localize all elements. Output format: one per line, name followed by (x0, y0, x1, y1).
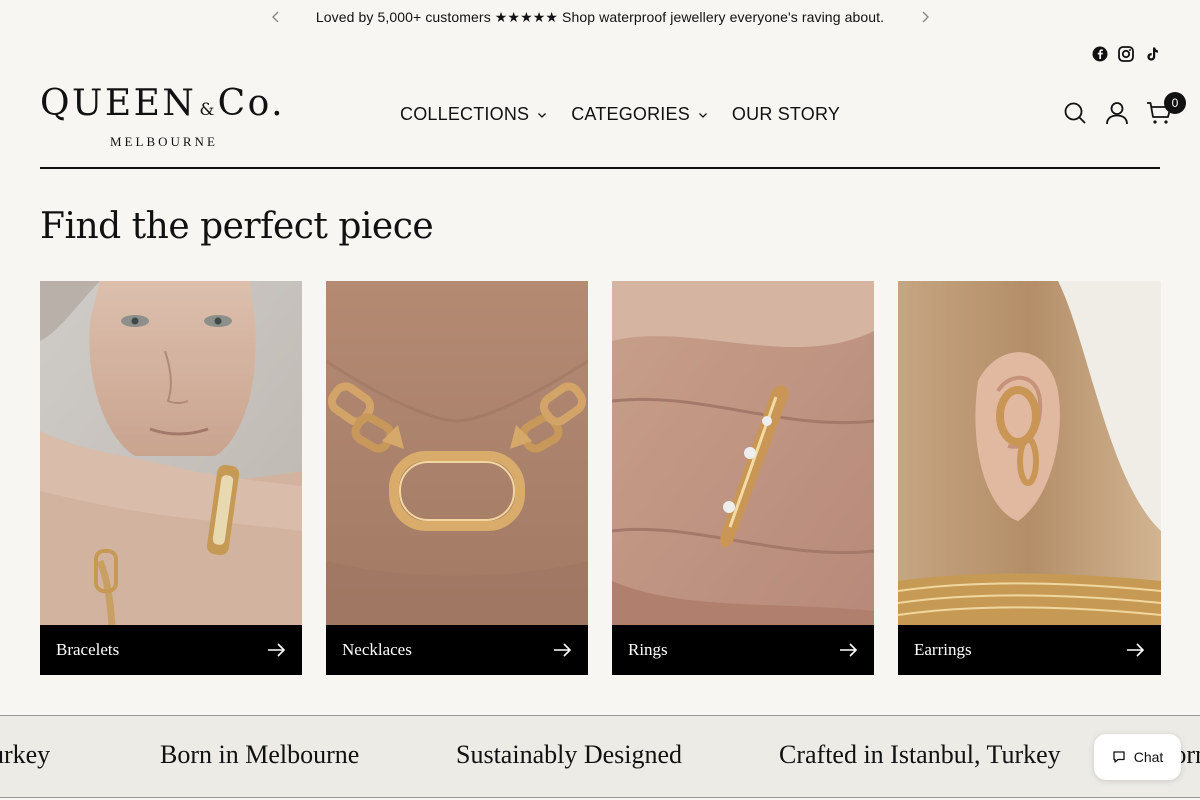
search-button[interactable] (1062, 100, 1088, 126)
header-actions: 0 (1062, 92, 1186, 126)
tiktok-icon (1147, 47, 1158, 61)
category-bar-bracelets: Bracelets (40, 625, 302, 675)
instagram-icon (1118, 46, 1134, 62)
arrow-right-icon (268, 643, 286, 657)
announcement-bar: Loved by 5,000+ customers ★★★★★ Shop wat… (0, 0, 1200, 34)
cart-count-badge: 0 (1164, 92, 1186, 114)
tiktok-link[interactable] (1144, 46, 1160, 62)
main-nav: COLLECTIONS CATEGORIES OUR STORY (400, 104, 840, 125)
announcement-prev-button[interactable] (268, 9, 284, 25)
category-label: Earrings (914, 640, 972, 659)
category-card-bracelets[interactable]: Bracelets (40, 281, 302, 675)
chevron-down-icon (538, 112, 547, 118)
category-card-earrings[interactable]: Earrings (898, 281, 1161, 675)
section-title: Find the perfect piece (40, 206, 434, 247)
chevron-right-icon (922, 11, 929, 23)
chevron-down-icon (698, 112, 707, 118)
chat-button[interactable]: Chat (1094, 734, 1181, 780)
arrow-right-icon (840, 643, 858, 657)
cart-button[interactable]: 0 (1146, 92, 1186, 126)
header-divider (40, 167, 1160, 169)
category-bar-necklaces: Necklaces (326, 625, 588, 675)
marquee-item: Crafted in Istanbul, Turkey (779, 740, 1061, 769)
category-card-necklaces[interactable]: Necklaces (326, 281, 588, 675)
marquee-item: Sustainably Designed (456, 740, 683, 769)
category-label: Necklaces (342, 640, 412, 659)
category-grid: Bracelets Necklaces Rings Earrings (40, 281, 1161, 675)
logo-subtitle: MELBOURNE (110, 134, 218, 149)
social-links (1092, 46, 1160, 62)
chevron-left-icon (272, 11, 279, 23)
nav-item-our-story[interactable]: OUR STORY (732, 104, 840, 125)
category-label: Bracelets (56, 640, 120, 659)
nav-item-categories[interactable]: CATEGORIES (571, 104, 708, 125)
category-bar-rings: Rings (612, 625, 874, 675)
account-icon (1106, 102, 1128, 125)
category-image-bracelets (40, 281, 302, 625)
chat-bubble-icon (1113, 751, 1125, 763)
category-label: Rings (628, 640, 668, 659)
facebook-link[interactable] (1092, 46, 1108, 62)
logo-wordmark: QUEEN &Co. (40, 83, 286, 124)
brand-marquee: Turkey Born in Melbourne Sustainably Des… (0, 715, 1200, 798)
marquee-item: Born in Melbourne (160, 740, 360, 769)
category-card-rings[interactable]: Rings (612, 281, 874, 675)
marquee-item: Turkey (0, 740, 51, 769)
instagram-link[interactable] (1118, 46, 1134, 62)
account-button[interactable] (1104, 100, 1130, 126)
arrow-right-icon (554, 643, 572, 657)
announcement-text: Loved by 5,000+ customers ★★★★★ Shop wat… (315, 8, 885, 25)
category-image-necklaces (326, 281, 588, 625)
category-bar-earrings: Earrings (898, 625, 1161, 675)
search-icon (1064, 102, 1086, 124)
nav-item-collections[interactable]: COLLECTIONS (400, 104, 547, 125)
category-image-rings (612, 281, 874, 625)
arrow-right-icon (1127, 643, 1145, 657)
category-image-earrings (898, 281, 1161, 625)
facebook-icon (1092, 46, 1108, 62)
brand-logo[interactable]: QUEEN &Co. MELBOURNE (40, 83, 286, 150)
chat-label: Chat (1133, 749, 1164, 765)
announcement-next-button[interactable] (917, 9, 933, 25)
